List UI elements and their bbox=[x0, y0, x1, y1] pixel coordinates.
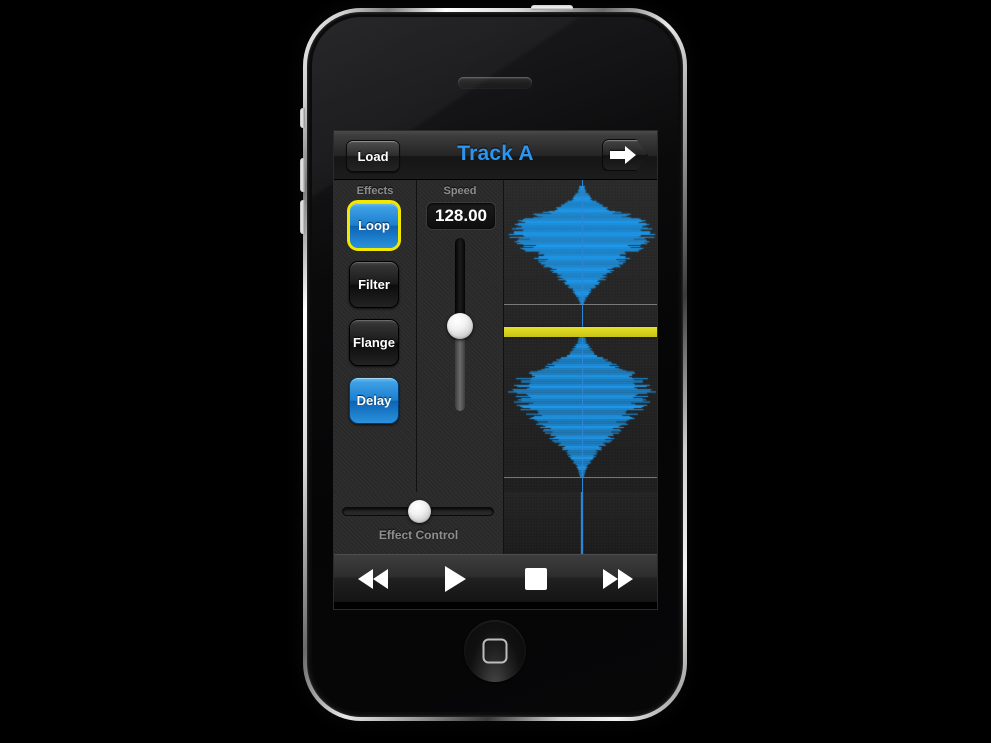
power-button[interactable] bbox=[531, 5, 573, 10]
screenshot-stage: Load Track A Effects Loop Filter Flange … bbox=[0, 0, 991, 743]
waveform-center-line-lower bbox=[582, 492, 583, 554]
effect-button-filter[interactable]: Filter bbox=[349, 261, 399, 308]
home-rounded-square-icon bbox=[482, 638, 508, 664]
effect-button-loop[interactable]: Loop bbox=[347, 200, 401, 251]
speed-slider[interactable] bbox=[447, 238, 473, 411]
playhead-marker[interactable] bbox=[504, 327, 657, 337]
fast-forward-button[interactable] bbox=[576, 555, 657, 602]
rewind-button[interactable] bbox=[334, 555, 415, 602]
transport-controls bbox=[334, 554, 657, 603]
effect-control-label: Effect Control bbox=[378, 528, 459, 542]
rewind-icon bbox=[358, 568, 390, 589]
effects-panel: Effects Loop Filter Flange Delay bbox=[334, 180, 417, 492]
speed-value-display: 128.00 bbox=[426, 202, 496, 230]
effect-button-delay[interactable]: Delay bbox=[349, 377, 399, 424]
effect-control-row: Effect Control bbox=[334, 492, 657, 554]
volume-down-button[interactable] bbox=[300, 200, 305, 234]
effect-control-knob[interactable] bbox=[408, 500, 431, 523]
home-button[interactable] bbox=[464, 620, 526, 682]
stop-icon bbox=[524, 567, 547, 590]
main-body: Effects Loop Filter Flange Delay Speed 1… bbox=[334, 180, 657, 492]
deck-b-waveform-tail bbox=[504, 492, 657, 554]
waveform-display[interactable] bbox=[504, 180, 657, 492]
fast-forward-icon bbox=[601, 568, 633, 589]
silent-switch[interactable] bbox=[300, 108, 305, 128]
waveform-display-lower bbox=[504, 492, 657, 554]
speed-slider-knob[interactable] bbox=[447, 313, 473, 339]
play-icon bbox=[444, 565, 466, 592]
speed-panel: Speed 128.00 bbox=[417, 180, 504, 492]
waveform-zero-line-b bbox=[504, 477, 657, 478]
fader-bar: Volume Cross Fader A B bbox=[334, 603, 657, 609]
arrow-right-icon bbox=[610, 146, 636, 164]
effect-control-panel: Effect Control bbox=[334, 492, 504, 554]
stop-button[interactable] bbox=[496, 555, 577, 602]
volume-up-button[interactable] bbox=[300, 158, 305, 192]
effects-panel-label: Effects bbox=[356, 185, 394, 197]
earpiece-speaker-icon bbox=[458, 77, 532, 88]
speed-panel-label: Speed bbox=[443, 185, 477, 197]
app-screen: Load Track A Effects Loop Filter Flange … bbox=[333, 130, 658, 610]
effect-button-flange[interactable]: Flange bbox=[349, 319, 399, 366]
waveform-zero-line-a bbox=[504, 304, 657, 305]
navigation-bar: Load Track A bbox=[334, 131, 657, 180]
play-button[interactable] bbox=[415, 555, 496, 602]
